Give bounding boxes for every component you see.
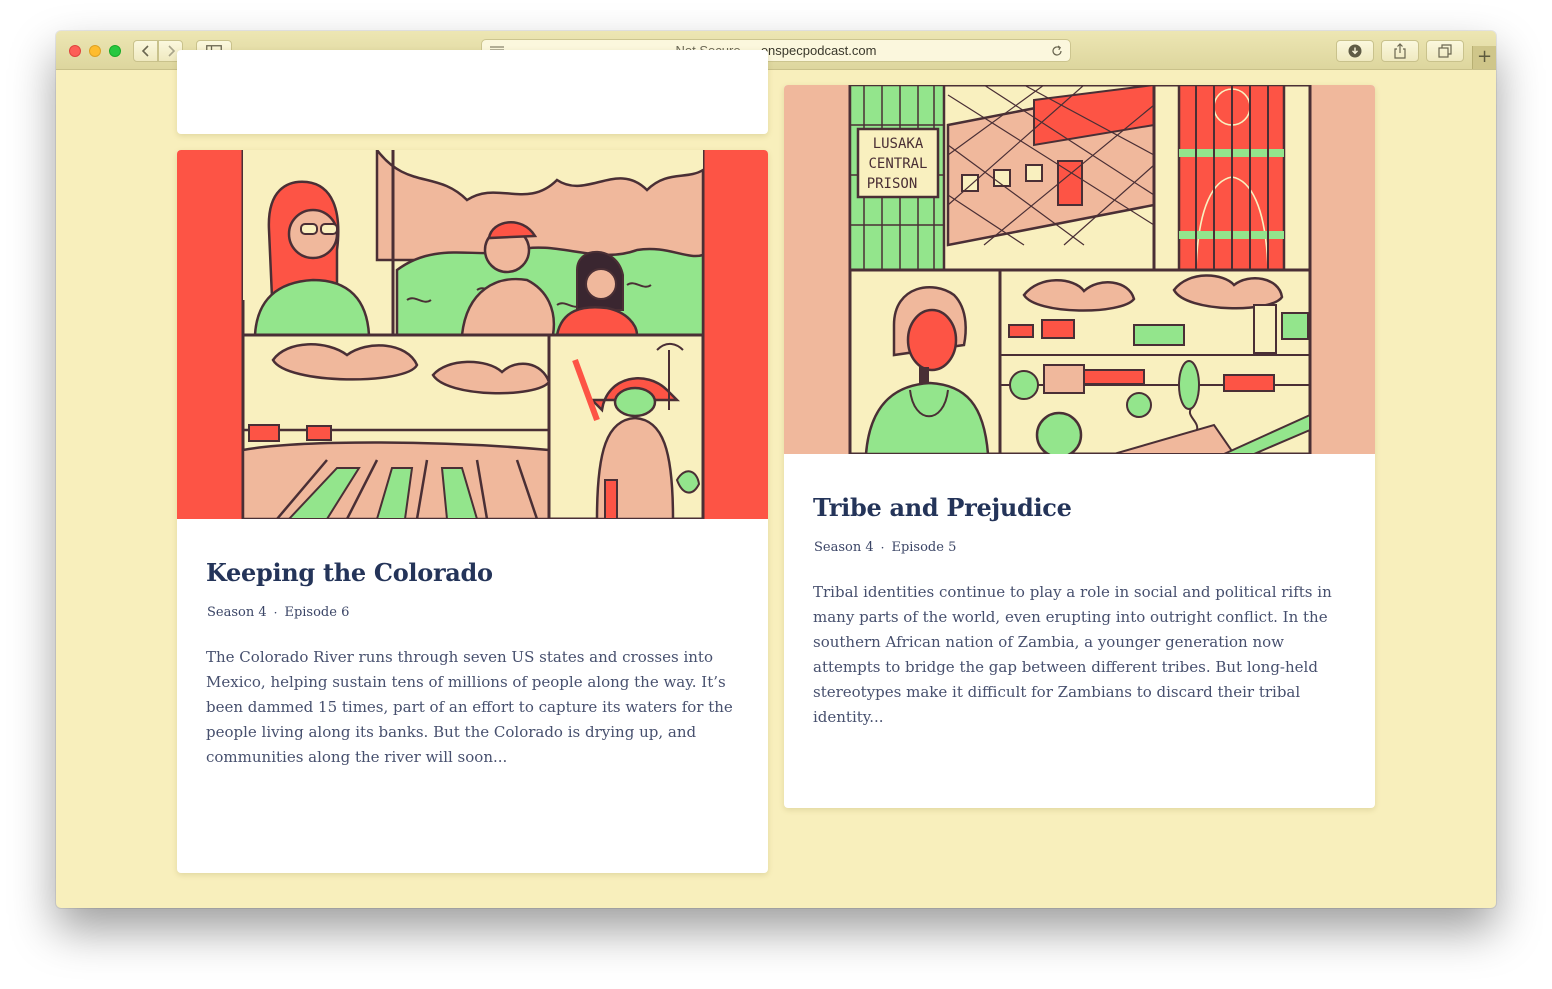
episode-description: The Colorado River runs through seven US… — [206, 648, 733, 766]
episode-meta: Season 4 · Episode 5 — [814, 540, 956, 555]
episode-card-keeping-the-colorado[interactable]: Keeping the Colorado Season 4 · Episode … — [177, 150, 768, 873]
sign-text-lusaka: LUSAKA — [873, 136, 924, 152]
meta-separator: · — [880, 540, 885, 555]
page-content: Keeping the Colorado Season 4 · Episode … — [56, 50, 1496, 908]
tabs-overview-button[interactable] — [1426, 40, 1464, 62]
chevron-left-icon — [141, 45, 149, 57]
sign-text-central: CENTRAL — [868, 156, 927, 172]
sign-text-prison: PRISON — [867, 176, 918, 192]
meta-separator: · — [273, 605, 278, 620]
tabs-icon — [1438, 44, 1452, 58]
downloads-button[interactable] — [1336, 40, 1374, 62]
zoom-window-button[interactable] — [109, 45, 121, 57]
episode-card-tribe-and-prejudice[interactable]: LUSAKA CENTRAL PRISON Tribe and Prejudic… — [784, 85, 1375, 808]
season-label: Season 4 — [207, 605, 267, 620]
episode-illustration-colorado[interactable] — [177, 150, 768, 519]
episode-illustration-tribe[interactable]: LUSAKA CENTRAL PRISON — [784, 85, 1375, 454]
episode-title[interactable]: Keeping the Colorado — [206, 558, 493, 587]
share-icon — [1394, 43, 1406, 59]
new-tab-button[interactable]: + — [1472, 46, 1496, 69]
episode-number-label: Episode 6 — [284, 605, 350, 620]
chevron-right-icon — [167, 45, 175, 57]
url-domain: onspecpodcast.com — [760, 43, 877, 58]
episode-card-partial[interactable] — [177, 50, 768, 134]
back-button[interactable] — [133, 40, 158, 62]
episode-description: Tribal identities continue to play a rol… — [813, 583, 1332, 726]
season-label: Season 4 — [814, 540, 874, 555]
share-button[interactable] — [1381, 40, 1419, 62]
browser-window: Not Secure — onspecpodcast.com + — [56, 31, 1496, 908]
episode-title[interactable]: Tribe and Prejudice — [813, 493, 1072, 522]
episode-number-label: Episode 5 — [891, 540, 957, 555]
download-icon — [1348, 44, 1362, 58]
close-window-button[interactable] — [69, 45, 81, 57]
reload-icon[interactable] — [1051, 45, 1063, 57]
minimize-window-button[interactable] — [89, 45, 101, 57]
episode-meta: Season 4 · Episode 6 — [207, 605, 349, 620]
